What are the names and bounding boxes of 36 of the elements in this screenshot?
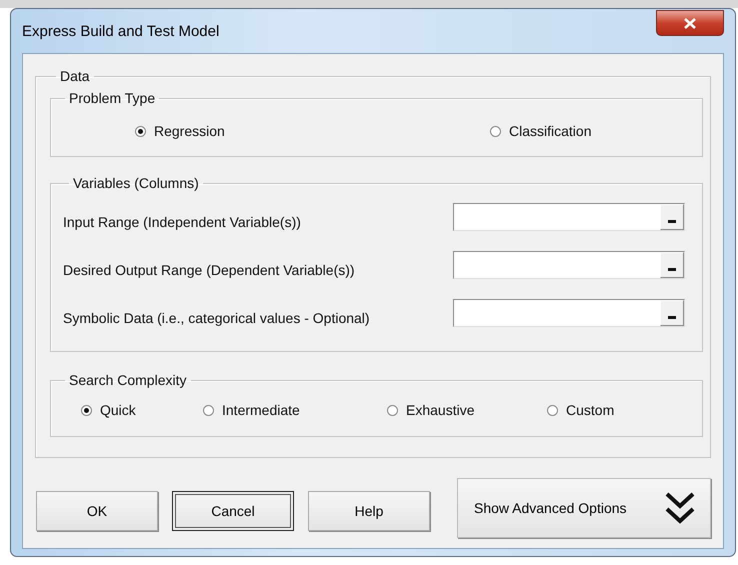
field-label: Symbolic Data (i.e., categorical values - Optional)	[63, 310, 370, 326]
window-title: Express Build and Test Model	[22, 22, 220, 40]
dash-icon	[668, 220, 676, 223]
dialog-button[interactable]: OK	[36, 491, 158, 531]
range-select-button[interactable]	[660, 204, 684, 230]
group-label: Problem Type	[68, 90, 156, 106]
radio-button[interactable]	[547, 404, 558, 416]
advanced-options-button[interactable]: Show Advanced Options	[457, 478, 711, 538]
close-button[interactable]	[656, 10, 724, 36]
radio-label[interactable]: Regression	[154, 123, 225, 139]
group-label: Search Complexity	[68, 372, 188, 388]
dialog-button[interactable]: Help	[308, 491, 430, 531]
radio-label[interactable]: Quick	[100, 402, 136, 418]
radio-button[interactable]	[490, 126, 501, 136]
radio-button[interactable]	[387, 404, 398, 416]
field-label: Input Range (Independent Variable(s))	[63, 214, 301, 230]
range-field[interactable]	[453, 299, 685, 327]
radio-button[interactable]	[203, 404, 214, 416]
dialog-button[interactable]: Cancel	[172, 491, 294, 531]
range-select-button[interactable]	[660, 300, 684, 326]
range-field[interactable]	[453, 251, 685, 279]
range-select-button[interactable]	[660, 252, 684, 278]
radio-button[interactable]	[81, 404, 92, 416]
close-icon	[684, 18, 696, 28]
range-field[interactable]	[453, 203, 685, 231]
radio-label[interactable]: Custom	[566, 402, 614, 418]
group-label: Data	[59, 68, 91, 84]
dash-icon	[668, 268, 676, 271]
radio-label[interactable]: Classification	[509, 123, 592, 139]
field-label: Desired Output Range (Dependent Variable(s))	[63, 262, 355, 278]
dash-icon	[668, 316, 676, 319]
double-chevron-icon	[664, 491, 696, 525]
radio-button[interactable]	[135, 126, 146, 136]
radio-label[interactable]: Intermediate	[222, 402, 300, 418]
group-label: Variables (Columns)	[72, 175, 200, 191]
radio-label[interactable]: Exhaustive	[406, 402, 474, 418]
